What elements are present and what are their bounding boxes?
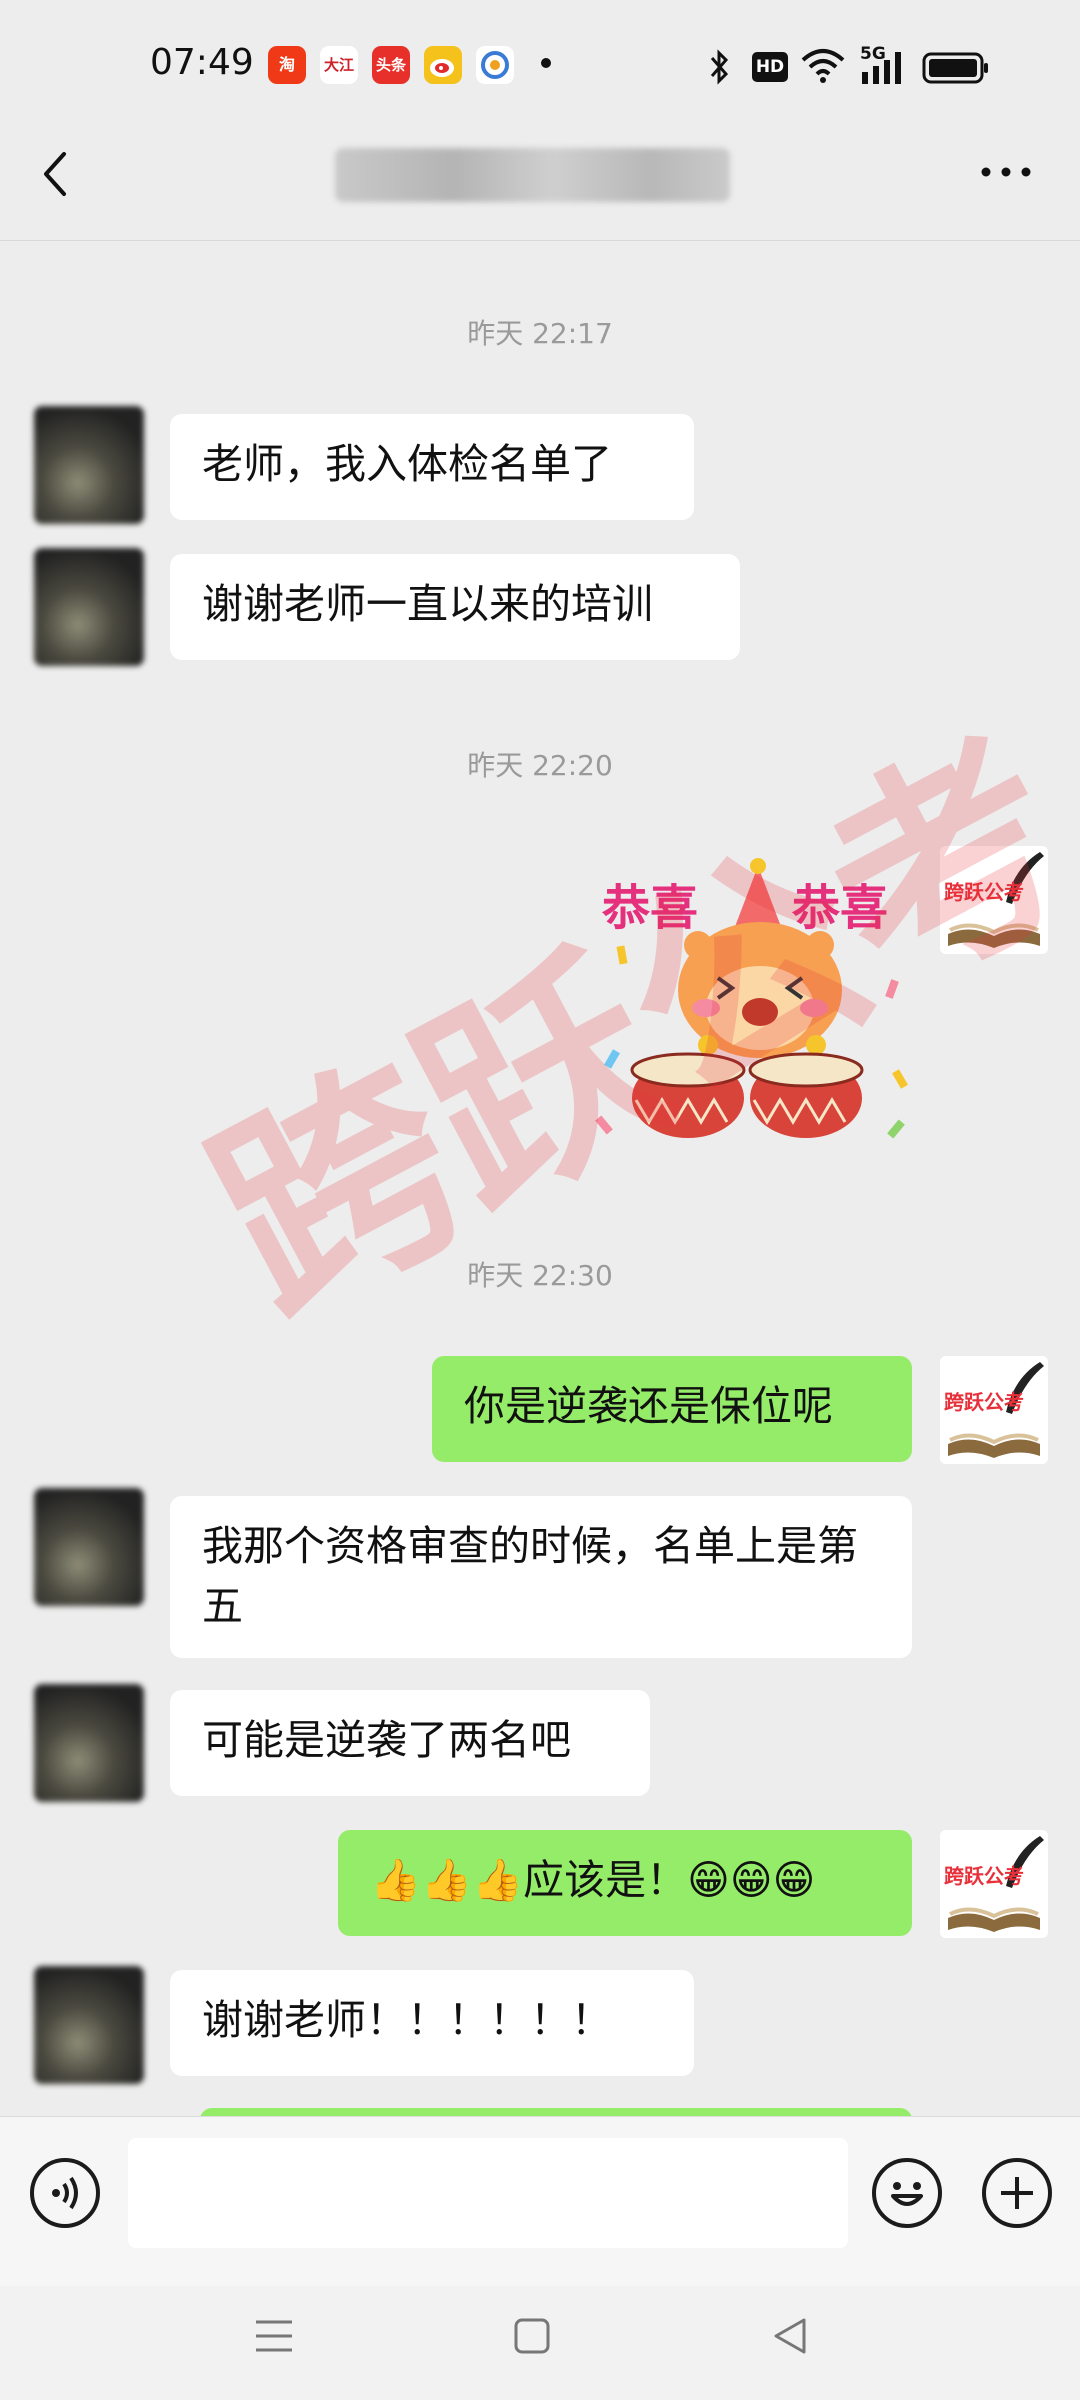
taobao-icon: 淘 — [268, 46, 306, 84]
wifi-icon — [801, 49, 845, 83]
back-icon[interactable] — [770, 2316, 810, 2356]
self-avatar[interactable]: 跨跃公考 — [940, 846, 1048, 954]
message-bubble-out[interactable]: 👍👍👍应该是！😁😁😁 — [338, 1830, 912, 1936]
celebration-hamster-icon — [595, 858, 908, 1139]
plus-icon[interactable] — [982, 2158, 1052, 2228]
chat-title-blurred — [335, 148, 730, 202]
self-avatar-label: 跨跃公考 — [944, 1864, 1024, 1888]
home-icon[interactable] — [512, 2316, 552, 2356]
time-separator: 昨天 22:30 — [467, 1259, 613, 1292]
contact-avatar[interactable] — [34, 548, 144, 666]
status-time: 07:49 — [150, 42, 254, 83]
message-bubble-in[interactable]: 我那个资格审查的时候，名单上是第五 — [170, 1496, 912, 1658]
hd-icon: HD — [752, 52, 788, 82]
self-avatar-label: 跨跃公考 — [944, 1390, 1024, 1414]
more-icon[interactable] — [978, 160, 1034, 184]
contact-avatar[interactable] — [34, 1684, 144, 1802]
toutiao-icon: 头条 — [372, 46, 410, 84]
contact-avatar[interactable] — [34, 406, 144, 524]
message-bubble-in[interactable]: 谢谢老师一直以来的培训 — [170, 554, 740, 660]
contact-avatar[interactable] — [34, 1488, 144, 1606]
message-bubble-in[interactable]: 老师，我入体检名单了 — [170, 414, 694, 520]
notification-dot — [541, 58, 551, 68]
menu-icon[interactable] — [254, 2316, 294, 2356]
back-arrow-icon[interactable] — [36, 148, 76, 200]
time-separator: 昨天 22:17 — [467, 317, 613, 350]
app-globe-icon — [476, 46, 514, 84]
message-bubble-in[interactable]: 谢谢老师！！！！！！ — [170, 1970, 694, 2076]
message-bubble-in[interactable]: 可能是逆袭了两名吧 — [170, 1690, 650, 1796]
self-avatar[interactable]: 跨跃公考 — [940, 1830, 1048, 1938]
message-input[interactable] — [128, 2138, 848, 2248]
weibo-icon — [424, 46, 462, 84]
signal-5g-icon — [862, 52, 901, 84]
message-bubble-out[interactable]: 你是逆袭还是保位呢 — [432, 1356, 912, 1462]
bluetooth-icon — [710, 49, 729, 85]
emoji-icon[interactable] — [872, 2158, 942, 2228]
dajiang-icon: 大江 — [320, 46, 358, 84]
voice-icon[interactable] — [30, 2158, 100, 2228]
contact-avatar[interactable] — [34, 1966, 144, 2084]
battery-icon — [922, 52, 988, 84]
self-avatar-label: 跨跃公考 — [944, 880, 1024, 904]
sticker-message[interactable]: 恭喜 恭喜 — [588, 840, 928, 1170]
time-separator: 昨天 22:20 — [467, 749, 613, 782]
self-avatar[interactable]: 跨跃公考 — [940, 1356, 1048, 1464]
